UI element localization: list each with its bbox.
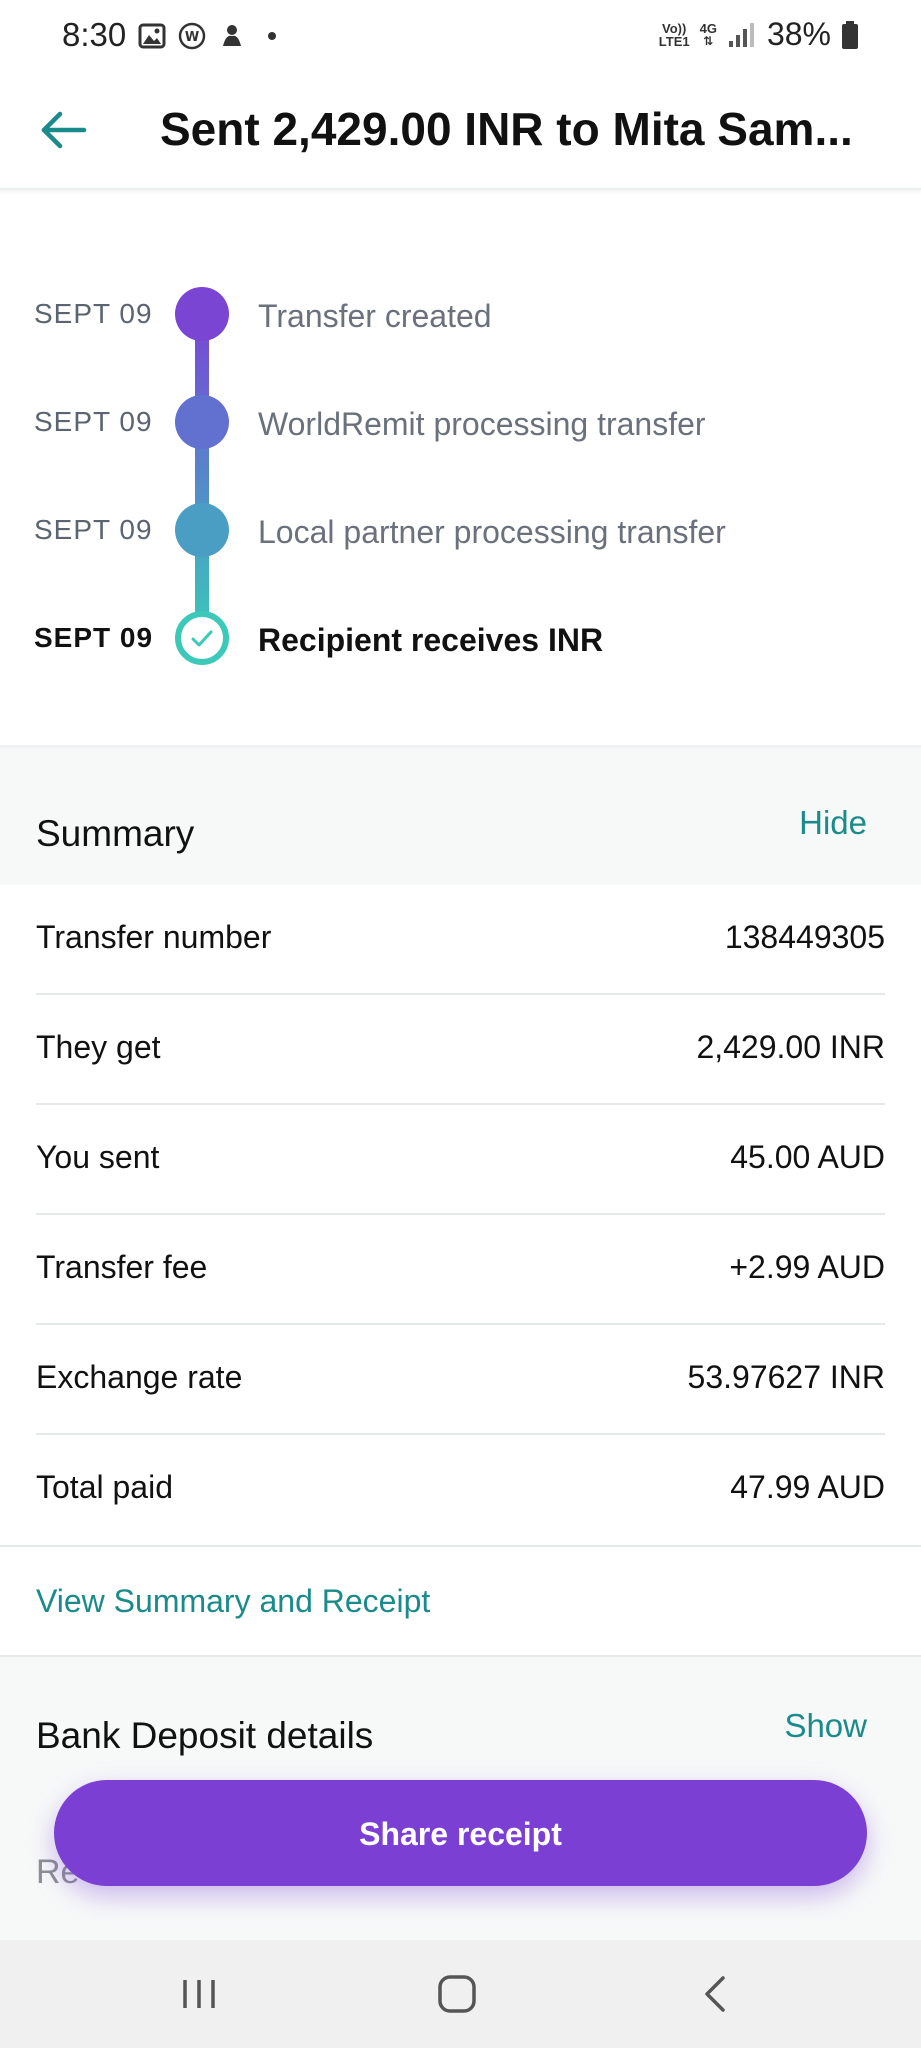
volte-label: Vo)) xyxy=(662,20,687,36)
home-icon[interactable] xyxy=(427,1970,487,2018)
summary-title: Summary xyxy=(36,813,195,854)
status-bar: 8:30 W Vo)) LTE1 4G ⇅ 38% xyxy=(0,0,921,78)
timeline-step: SEPT 09 Local partner processing transfe… xyxy=(0,496,921,566)
row-value: +2.99 AUD xyxy=(729,1249,885,1285)
timeline-date: SEPT 09 xyxy=(34,406,153,437)
summary-row: You sent 45.00 AUD xyxy=(36,1105,885,1215)
timeline-dot xyxy=(175,395,229,449)
lte-label: LTE1 xyxy=(658,33,690,49)
row-label: Transfer number xyxy=(36,919,272,955)
network-type-label: 4G xyxy=(699,20,717,36)
recent-apps-icon[interactable] xyxy=(169,1970,229,2018)
row-label: They get xyxy=(36,1029,161,1065)
app-header: Sent 2,429.00 INR to Mita Sam... xyxy=(0,78,921,190)
timeline-dot xyxy=(175,503,229,557)
status-time: 8:30 xyxy=(62,16,127,53)
row-value: 138449305 xyxy=(724,919,885,955)
timeline-step: SEPT 09 WorldRemit processing transfer xyxy=(0,388,921,458)
summary-header: Summary Hide xyxy=(0,745,921,885)
timeline-label: Local partner processing transfer xyxy=(258,514,726,550)
show-bank-details-button[interactable]: Show xyxy=(784,1707,867,1745)
row-label: You sent xyxy=(36,1139,160,1175)
receipt-link-section: View Summary and Receipt xyxy=(0,1545,921,1657)
row-value: 53.97627 INR xyxy=(687,1359,885,1395)
timeline-label: WorldRemit processing transfer xyxy=(258,406,706,442)
signal-icon xyxy=(728,22,754,47)
row-label: Transfer fee xyxy=(36,1249,208,1285)
gallery-icon xyxy=(138,23,166,49)
status-icons-left: W xyxy=(138,22,286,50)
summary-row: Exchange rate 53.97627 INR xyxy=(36,1325,885,1435)
volte-indicator: Vo)) LTE1 xyxy=(659,22,690,48)
hide-summary-button[interactable]: Hide xyxy=(799,804,867,842)
row-value: 45.00 AUD xyxy=(730,1139,885,1175)
row-value: 2,429.00 INR xyxy=(696,1029,885,1065)
timeline-step: SEPT 09 Recipient receives INR xyxy=(0,604,921,674)
w-app-icon: W xyxy=(178,22,206,50)
timeline-date: SEPT 09 xyxy=(34,298,153,329)
share-receipt-button[interactable]: Share receipt xyxy=(54,1780,867,1886)
timeline-label: Transfer created xyxy=(258,298,492,334)
summary-row: Transfer fee +2.99 AUD xyxy=(36,1215,885,1325)
dot-icon xyxy=(268,32,276,40)
summary-row: Total paid 47.99 AUD xyxy=(36,1435,885,1545)
view-summary-receipt-link[interactable]: View Summary and Receipt xyxy=(36,1583,430,1620)
check-circle-icon xyxy=(175,611,229,665)
network-type: 4G ⇅ xyxy=(699,20,717,48)
timeline-dot xyxy=(175,287,229,341)
system-nav-bar xyxy=(0,1940,921,2048)
timeline-step: SEPT 09 Transfer created xyxy=(0,280,921,350)
summary-row: They get 2,429.00 INR xyxy=(36,995,885,1105)
transfer-timeline: SEPT 09 Transfer created SEPT 09 WorldRe… xyxy=(0,190,921,745)
summary-row: Transfer number 138449305 xyxy=(36,885,885,995)
battery-percent: 38% xyxy=(766,16,831,52)
summary-rows: Transfer number 138449305 They get 2,429… xyxy=(0,885,921,1545)
svg-text:W: W xyxy=(185,30,199,45)
notification-icon xyxy=(223,25,241,46)
bank-deposit-title: Bank Deposit details xyxy=(36,1715,374,1756)
battery-icon xyxy=(842,20,858,49)
timeline-label: Recipient receives INR xyxy=(258,622,604,658)
row-label: Total paid xyxy=(36,1469,173,1505)
status-right: Vo)) LTE1 4G ⇅ 38% xyxy=(659,16,859,53)
back-nav-icon[interactable] xyxy=(685,1970,745,2018)
row-value: 47.99 AUD xyxy=(730,1469,885,1505)
back-arrow-icon[interactable] xyxy=(34,100,94,160)
page-title: Sent 2,429.00 INR to Mita Sam... xyxy=(160,103,853,155)
timeline-date: SEPT 09 xyxy=(34,622,154,653)
timeline-date: SEPT 09 xyxy=(34,514,153,545)
row-label: Exchange rate xyxy=(36,1359,243,1395)
